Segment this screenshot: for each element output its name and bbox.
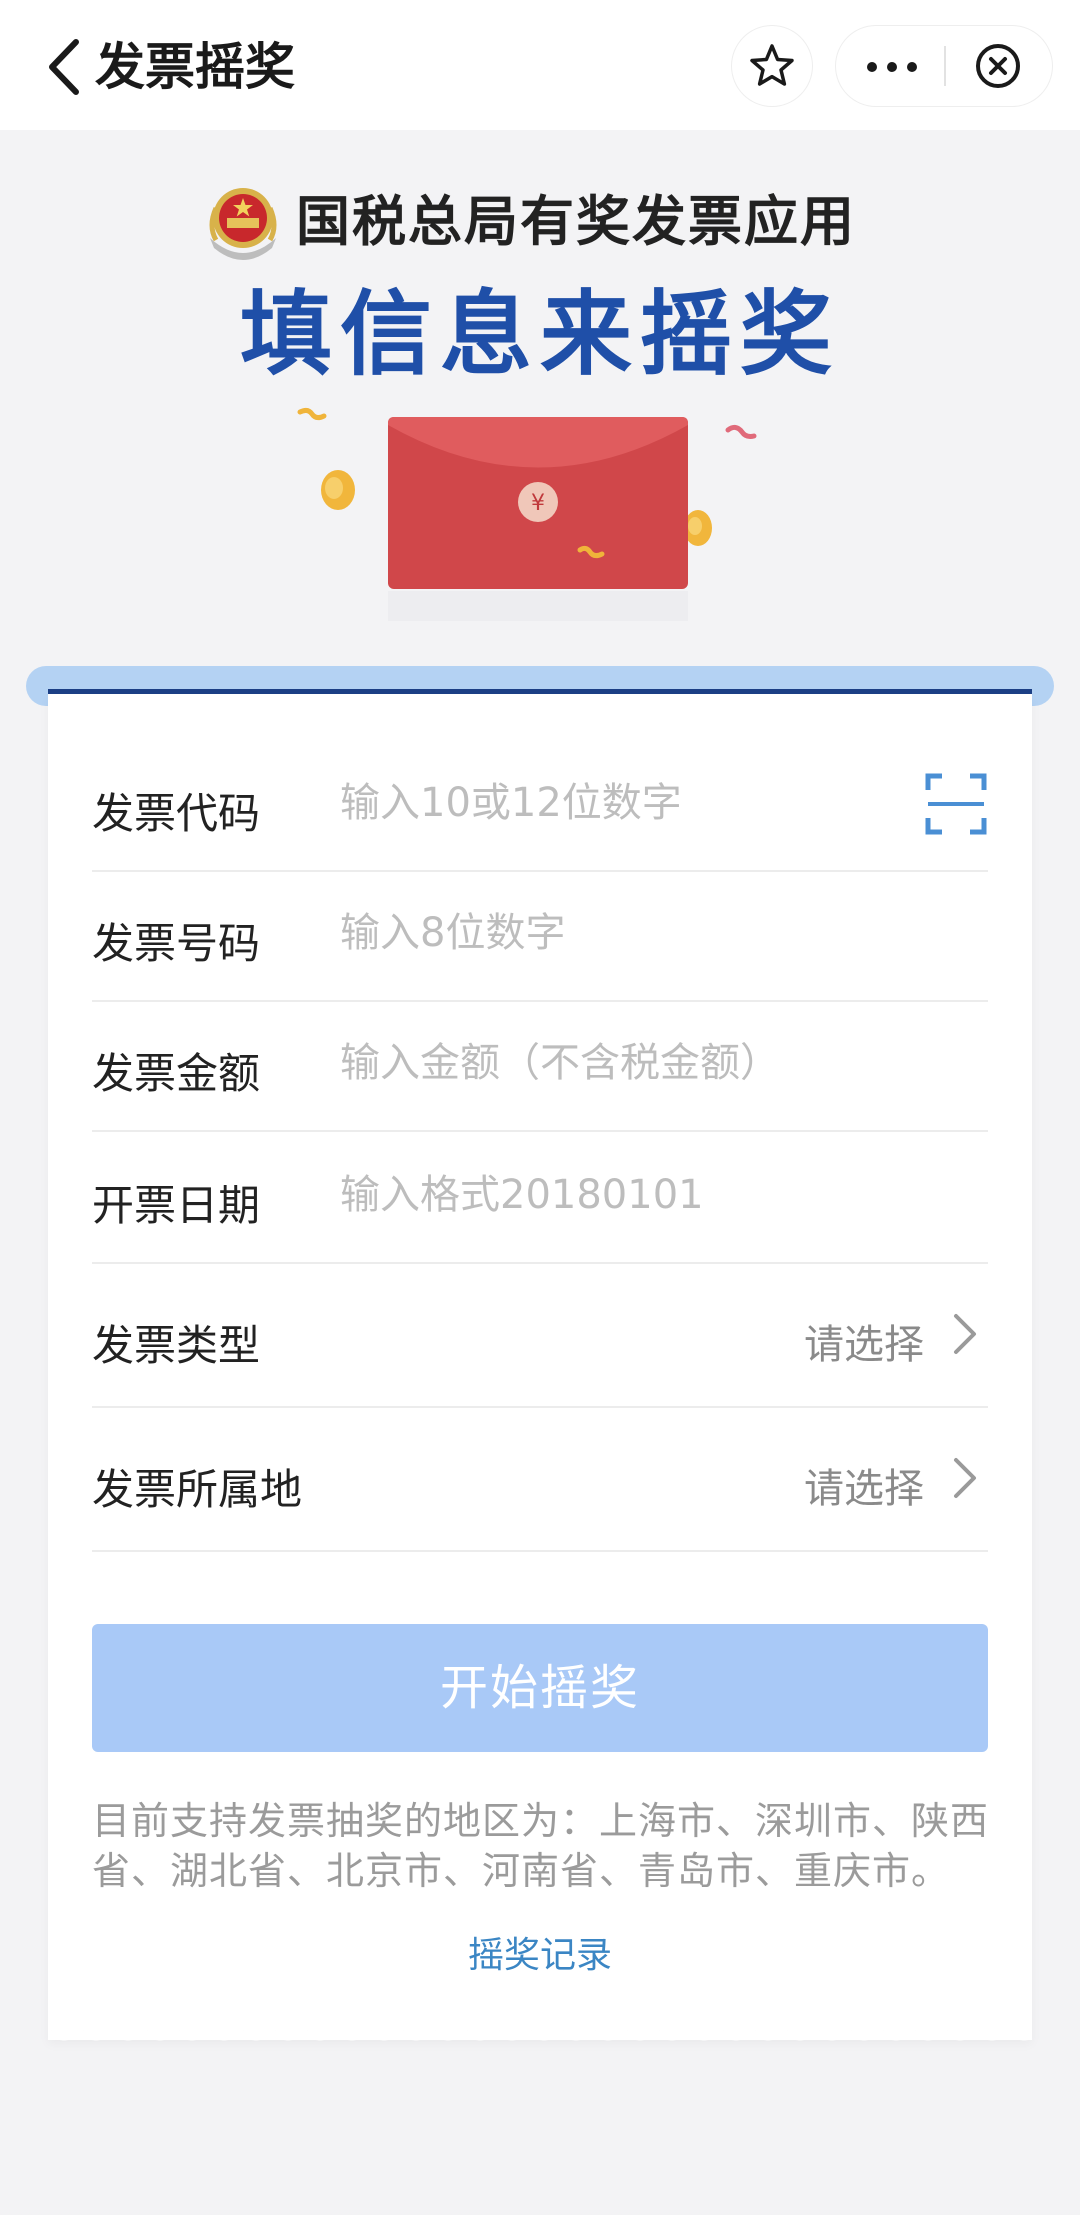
top-nav-bar: 发票摇奖 [0, 0, 1080, 130]
more-dots-icon [867, 62, 877, 72]
chevron-right-icon [954, 1458, 976, 1498]
app-subtitle: 国税总局有奖发票应用 [296, 190, 856, 253]
invoice-number-input[interactable] [340, 910, 900, 956]
invoice-amount-label: 发票金额 [92, 1049, 261, 1098]
invoice-type-picker[interactable]: 发票类型 请选择 [92, 1264, 988, 1408]
invoice-type-label: 发票类型 [92, 1321, 261, 1370]
issue-date-label: 开票日期 [92, 1181, 261, 1230]
chevron-right-icon [954, 1314, 976, 1354]
invoice-code-label: 发票代码 [92, 789, 261, 838]
close-button[interactable] [946, 26, 1052, 106]
invoice-amount-input[interactable] [340, 1040, 900, 1086]
invoice-code-row: 发票代码 [92, 740, 988, 872]
invoice-region-value: 请选择 [804, 1466, 924, 1512]
start-draw-button[interactable]: 开始摇奖 [92, 1624, 988, 1752]
red-envelope-illustration: ¥ [297, 407, 757, 621]
chevron-left-icon [49, 39, 79, 95]
invoice-type-value: 请选择 [804, 1322, 924, 1368]
ticket-slot-edge [48, 689, 1032, 694]
invoice-number-label: 发票号码 [92, 919, 261, 968]
scan-button[interactable] [924, 772, 988, 836]
issue-date-input[interactable] [340, 1172, 900, 1218]
scan-icon [925, 773, 987, 835]
national-emblem-icon [209, 188, 277, 260]
banner-headline: 填信息来摇奖 [239, 281, 840, 388]
invoice-amount-row: 发票金额 [92, 1002, 988, 1132]
more-dots-icon [887, 62, 897, 72]
close-circle-icon [976, 44, 1020, 88]
more-button[interactable] [836, 26, 944, 106]
draw-records-link[interactable]: 摇奖记录 [0, 1926, 1080, 1978]
page-title: 发票摇奖 [95, 38, 295, 96]
card-scalloped-edge [48, 2028, 1032, 2054]
supported-regions-notice: 目前支持发票抽奖的地区为：上海市、深圳市、陕西省、湖北省、北京市、河南省、青岛市… [92, 1799, 990, 1893]
invoice-code-input[interactable] [340, 780, 900, 826]
currency-symbol: ¥ [531, 491, 545, 516]
invoice-region-picker[interactable]: 发票所属地 请选择 [92, 1408, 988, 1552]
issue-date-row: 开票日期 [92, 1132, 988, 1264]
star-icon [750, 44, 794, 86]
favorite-button[interactable] [732, 26, 812, 106]
invoice-region-label: 发票所属地 [92, 1465, 303, 1514]
back-button[interactable] [40, 36, 90, 98]
more-dots-icon [907, 62, 917, 72]
invoice-number-row: 发票号码 [92, 872, 988, 1002]
mini-program-capsule [836, 26, 1052, 106]
